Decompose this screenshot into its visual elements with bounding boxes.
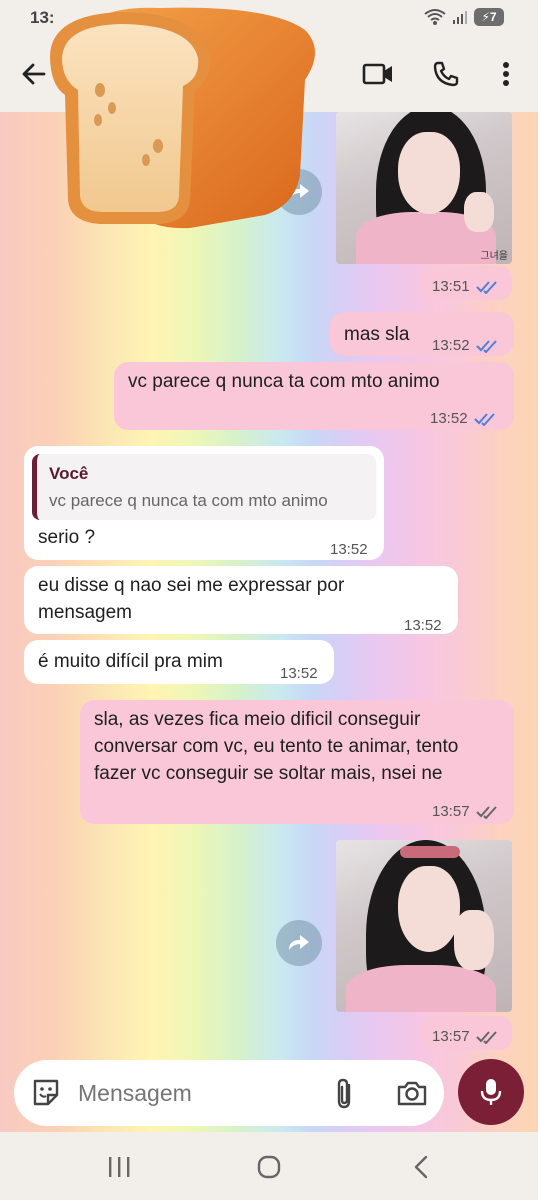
sticker-button[interactable] bbox=[30, 1077, 62, 1109]
photo-caption: 그녀을 bbox=[480, 251, 508, 262]
phone-icon bbox=[433, 61, 459, 87]
read-ticks-icon bbox=[475, 280, 497, 294]
quoted-message[interactable]: Você vc parece q nunca ta com mto animo bbox=[32, 454, 376, 520]
more-vert-icon bbox=[503, 62, 509, 86]
message-time: 13:51 bbox=[432, 278, 470, 295]
camera-icon bbox=[397, 1081, 427, 1106]
attach-icon bbox=[337, 1078, 351, 1109]
back-nav-button[interactable] bbox=[406, 1154, 436, 1180]
message-bubble-in[interactable]: Você vc parece q nunca ta com mto animo … bbox=[24, 446, 384, 560]
message-text: serio ? bbox=[38, 527, 96, 548]
message-time: 13:52 bbox=[330, 541, 368, 558]
back-nav-icon bbox=[414, 1155, 428, 1179]
wifi-icon bbox=[424, 9, 446, 25]
quote-text: vc parece q nunca ta com mto animo bbox=[49, 491, 328, 510]
forward-icon bbox=[289, 935, 309, 950]
status-icons: ⚡ 7 bbox=[424, 8, 504, 26]
camera-button[interactable] bbox=[396, 1077, 428, 1109]
delivered-ticks-icon bbox=[475, 1030, 497, 1044]
signal-icon bbox=[453, 11, 467, 24]
battery-level: 7 bbox=[489, 10, 497, 24]
message-text: vc parece q nunca ta com mto animo bbox=[128, 371, 440, 392]
message-text: sla, as vezes fica meio dificil consegui… bbox=[94, 709, 459, 784]
message-text: eu disse q nao sei me expressar por mens… bbox=[38, 575, 345, 623]
forward-button-2[interactable] bbox=[276, 920, 322, 966]
timestamp-chip-2: 13:57 bbox=[420, 1016, 512, 1050]
message-time: 13:52 bbox=[404, 617, 442, 634]
message-bubble-out[interactable]: sla, as vezes fica meio dificil consegui… bbox=[80, 700, 514, 824]
quote-author: Você bbox=[49, 464, 89, 483]
recents-icon bbox=[109, 1157, 130, 1177]
voice-record-button[interactable] bbox=[458, 1059, 524, 1125]
sticker-icon bbox=[33, 1079, 59, 1106]
battery-icon: ⚡ 7 bbox=[474, 8, 504, 26]
message-time: 13:52 bbox=[430, 410, 468, 427]
video-call-button[interactable] bbox=[360, 56, 396, 92]
message-bubble-out[interactable]: vc parece q nunca ta com mto animo 13:52 bbox=[114, 362, 514, 430]
more-options-button[interactable] bbox=[488, 56, 524, 92]
message-composer bbox=[14, 1060, 444, 1126]
message-time: 13:52 bbox=[280, 665, 318, 682]
message-bubble-out[interactable]: mas sla 13:52 bbox=[330, 312, 514, 356]
message-text: é muito difícil pra mim bbox=[38, 651, 223, 672]
message-bubble-in[interactable]: é muito difícil pra mim 13:52 bbox=[24, 640, 334, 684]
bread-emoji bbox=[50, 7, 315, 229]
mic-icon bbox=[480, 1079, 502, 1105]
message-bubble-in[interactable]: eu disse q nao sei me expressar por mens… bbox=[24, 566, 458, 634]
timestamp-chip-1: 13:51 bbox=[420, 266, 512, 300]
photo-message-1[interactable]: 그녀을 bbox=[336, 112, 512, 264]
attach-button[interactable] bbox=[330, 1077, 360, 1111]
recents-button[interactable] bbox=[104, 1154, 134, 1180]
voice-call-button[interactable] bbox=[428, 56, 464, 92]
message-time: 13:57 bbox=[432, 803, 470, 820]
home-icon bbox=[257, 1155, 281, 1179]
message-time: 13:57 bbox=[432, 1028, 470, 1045]
read-ticks-icon bbox=[473, 412, 495, 426]
delivered-ticks-icon bbox=[475, 805, 497, 819]
system-nav-bar bbox=[0, 1132, 538, 1200]
message-text: mas sla bbox=[344, 324, 410, 345]
photo-message-2[interactable] bbox=[336, 840, 512, 1012]
home-button[interactable] bbox=[254, 1154, 284, 1180]
message-input[interactable] bbox=[78, 1076, 318, 1110]
video-call-icon bbox=[362, 63, 392, 85]
read-ticks-icon bbox=[475, 339, 497, 353]
message-time: 13:52 bbox=[432, 337, 470, 354]
